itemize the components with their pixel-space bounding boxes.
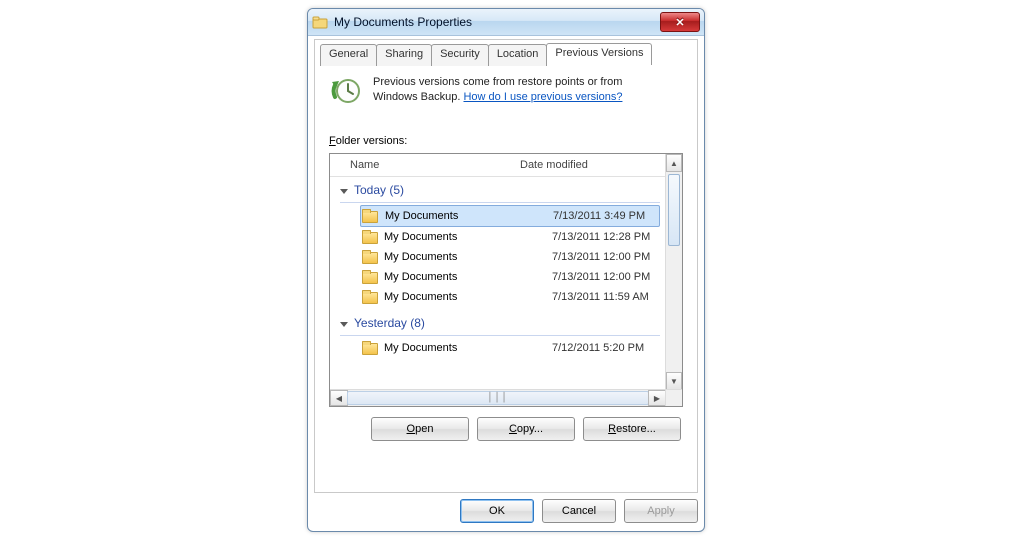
group-header[interactable]: Yesterday (8) bbox=[340, 313, 666, 333]
properties-dialog: My Documents Properties ✕ GeneralSharing… bbox=[307, 8, 705, 532]
group-header[interactable]: Today (5) bbox=[340, 180, 666, 200]
folder-icon bbox=[362, 290, 378, 304]
version-date: 7/13/2011 11:59 AM bbox=[552, 291, 649, 303]
version-row[interactable]: My Documents7/13/2011 12:28 PM bbox=[340, 227, 666, 247]
version-row[interactable]: My Documents7/12/2011 5:20 PM bbox=[340, 338, 666, 358]
ok-button[interactable]: OK bbox=[460, 499, 534, 523]
group-label: Yesterday (8) bbox=[354, 316, 425, 330]
version-row[interactable]: My Documents7/13/2011 3:49 PM bbox=[360, 205, 660, 227]
horizontal-scrollbar[interactable]: ◀ ׀׀׀ ▶ bbox=[330, 389, 666, 406]
dialog-body: GeneralSharingSecurityLocationPrevious V… bbox=[314, 39, 698, 493]
version-date: 7/13/2011 12:00 PM bbox=[552, 271, 650, 283]
open-button[interactable]: Open bbox=[371, 417, 469, 441]
close-button[interactable]: ✕ bbox=[660, 12, 700, 32]
group-label: Today (5) bbox=[354, 183, 404, 197]
column-name[interactable]: Name bbox=[350, 159, 520, 171]
tab-security[interactable]: Security bbox=[431, 44, 489, 66]
column-headers[interactable]: Name Date modified bbox=[330, 154, 682, 177]
vertical-scroll-thumb[interactable] bbox=[668, 174, 680, 246]
folder-icon bbox=[362, 209, 378, 223]
window-title: My Documents Properties bbox=[334, 15, 660, 29]
column-date[interactable]: Date modified bbox=[520, 159, 588, 171]
version-name: My Documents bbox=[384, 271, 552, 283]
chevron-down-icon bbox=[340, 189, 348, 194]
version-row[interactable]: My Documents7/13/2011 12:00 PM bbox=[340, 267, 666, 287]
apply-button[interactable]: Apply bbox=[624, 499, 698, 523]
folder-icon bbox=[362, 270, 378, 284]
version-date: 7/13/2011 3:49 PM bbox=[553, 210, 645, 222]
restore-clock-icon bbox=[329, 75, 363, 109]
versions-list[interactable]: Name Date modified Today (5) My Documents… bbox=[329, 153, 683, 407]
restore-button[interactable]: Restore... bbox=[583, 417, 681, 441]
tab-general[interactable]: General bbox=[320, 44, 377, 66]
tab-strip: GeneralSharingSecurityLocationPrevious V… bbox=[320, 39, 651, 61]
scroll-left-button[interactable]: ◀ bbox=[330, 390, 348, 406]
description-text: Previous versions come from restore poin… bbox=[373, 75, 622, 109]
folder-icon bbox=[362, 230, 378, 244]
version-date: 7/12/2011 5:20 PM bbox=[552, 342, 644, 354]
scroll-up-button[interactable]: ▲ bbox=[666, 154, 682, 172]
scroll-down-button[interactable]: ▼ bbox=[666, 372, 682, 390]
titlebar[interactable]: My Documents Properties ✕ bbox=[308, 9, 704, 36]
version-row[interactable]: My Documents7/13/2011 11:59 AM bbox=[340, 287, 666, 307]
version-date: 7/13/2011 12:28 PM bbox=[552, 231, 650, 243]
horizontal-scroll-thumb[interactable]: ׀׀׀ bbox=[347, 391, 649, 405]
close-icon: ✕ bbox=[675, 16, 684, 29]
version-name: My Documents bbox=[384, 291, 552, 303]
version-date: 7/13/2011 12:00 PM bbox=[552, 251, 650, 263]
scroll-right-button[interactable]: ▶ bbox=[648, 390, 666, 406]
vertical-scrollbar[interactable]: ▲ ▼ bbox=[665, 154, 682, 390]
tab-location[interactable]: Location bbox=[488, 44, 548, 66]
help-link[interactable]: How do I use previous versions? bbox=[463, 91, 622, 103]
folder-icon bbox=[362, 250, 378, 264]
version-name: My Documents bbox=[384, 231, 552, 243]
version-row[interactable]: My Documents7/13/2011 12:00 PM bbox=[340, 247, 666, 267]
folder-versions-label: Folder versions: bbox=[329, 135, 683, 147]
chevron-down-icon bbox=[340, 322, 348, 327]
tab-previous-versions[interactable]: Previous Versions bbox=[546, 43, 652, 65]
version-name: My Documents bbox=[384, 251, 552, 263]
cancel-button[interactable]: Cancel bbox=[542, 499, 616, 523]
tab-sharing[interactable]: Sharing bbox=[376, 44, 432, 66]
folder-icon bbox=[312, 14, 328, 30]
version-name: My Documents bbox=[384, 342, 552, 354]
version-name: My Documents bbox=[384, 210, 553, 222]
scrollbar-corner bbox=[665, 389, 682, 406]
copy-button[interactable]: Copy... bbox=[477, 417, 575, 441]
folder-icon bbox=[362, 341, 378, 355]
